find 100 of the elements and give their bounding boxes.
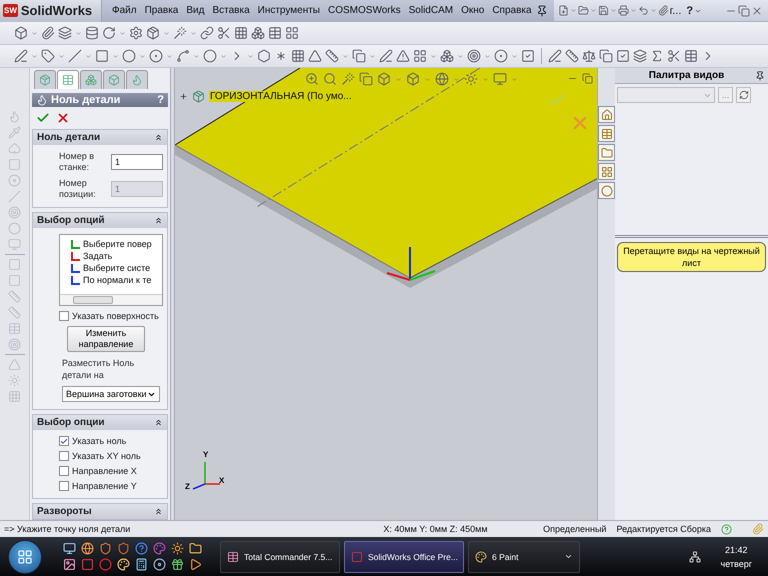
copy-icon[interactable] bbox=[599, 49, 613, 63]
copy-icon[interactable] bbox=[352, 49, 366, 63]
monitor-icon[interactable] bbox=[493, 72, 507, 86]
taskbar-button[interactable]: SolidWorks Office Pre... bbox=[344, 540, 464, 572]
quick-launch-button[interactable] bbox=[80, 542, 94, 556]
task-pane-tab[interactable] bbox=[598, 125, 615, 142]
menu-item[interactable]: Справка bbox=[488, 5, 536, 16]
section-header[interactable]: Развороты bbox=[33, 504, 167, 519]
gear-icon[interactable] bbox=[129, 26, 143, 40]
link-icon[interactable] bbox=[200, 26, 214, 40]
grid-icon[interactable] bbox=[234, 26, 248, 40]
quick-launch-button[interactable] bbox=[134, 558, 148, 572]
polygon-icon[interactable] bbox=[257, 49, 271, 63]
ok-icon[interactable] bbox=[36, 111, 50, 125]
line-icon[interactable] bbox=[68, 49, 82, 63]
copy-icon[interactable] bbox=[359, 72, 373, 86]
stack-icon[interactable] bbox=[85, 26, 99, 40]
checkbox[interactable] bbox=[59, 451, 69, 461]
paperclip-icon[interactable] bbox=[41, 26, 55, 40]
scissors-icon[interactable] bbox=[667, 49, 681, 63]
checkbox-icon[interactable] bbox=[616, 49, 630, 63]
paperclip-icon[interactable] bbox=[658, 5, 669, 16]
refresh-button[interactable] bbox=[736, 87, 751, 103]
sigma-icon[interactable] bbox=[650, 49, 664, 63]
table-icon[interactable] bbox=[684, 49, 698, 63]
section-header[interactable]: Ноль детали bbox=[33, 130, 167, 145]
array-icon[interactable] bbox=[413, 49, 427, 63]
scale-icon[interactable] bbox=[582, 49, 596, 63]
tree-item[interactable]: По нормали к те bbox=[83, 275, 152, 285]
quick-launch-button[interactable] bbox=[98, 542, 112, 556]
print-icon[interactable] bbox=[618, 5, 629, 16]
close-icon[interactable] bbox=[751, 4, 763, 16]
tree-item[interactable]: ГОРИЗОНТАЛЬНАЯ (По умо... bbox=[209, 91, 353, 102]
search-icon[interactable] bbox=[323, 72, 337, 86]
undo-icon[interactable] bbox=[638, 5, 649, 16]
quick-launch-button[interactable] bbox=[62, 558, 76, 572]
quick-launch-button[interactable] bbox=[62, 542, 76, 556]
cube-icon[interactable] bbox=[406, 72, 420, 86]
layers-icon[interactable] bbox=[633, 49, 647, 63]
globe-icon[interactable] bbox=[435, 72, 449, 86]
zoom-icon[interactable] bbox=[305, 72, 319, 86]
restore-icon[interactable] bbox=[738, 4, 750, 16]
help-icon[interactable] bbox=[721, 524, 732, 534]
menu-item[interactable]: SolidCAM bbox=[404, 5, 458, 16]
menu-item[interactable]: Файл bbox=[108, 5, 141, 16]
panel-tab[interactable] bbox=[57, 70, 79, 89]
taskbar-button[interactable]: 6 Paint bbox=[468, 540, 580, 572]
task-pane-tab[interactable] bbox=[598, 144, 615, 161]
paperclip-icon[interactable] bbox=[752, 523, 764, 535]
section-view-icon[interactable] bbox=[377, 72, 391, 86]
tag-icon[interactable] bbox=[41, 49, 55, 63]
target-icon[interactable] bbox=[494, 49, 508, 63]
tree-item[interactable]: Выберите повер bbox=[83, 239, 152, 249]
ruler-icon[interactable] bbox=[565, 49, 579, 63]
part-icon[interactable] bbox=[14, 26, 28, 40]
document-menu[interactable]: г... bbox=[670, 4, 682, 16]
number-field[interactable]: 1 bbox=[111, 154, 163, 170]
wand-icon[interactable] bbox=[173, 26, 187, 40]
tree-item[interactable]: Задать bbox=[83, 251, 112, 261]
ellipse-icon[interactable] bbox=[203, 49, 217, 63]
checkbox[interactable] bbox=[59, 481, 69, 491]
menu-item[interactable]: Правка bbox=[140, 5, 182, 16]
quick-launch-button[interactable] bbox=[152, 558, 166, 572]
layers-icon[interactable] bbox=[58, 26, 72, 40]
table-icon[interactable] bbox=[268, 26, 282, 40]
task-pane-tab[interactable] bbox=[598, 106, 615, 123]
circle-icon[interactable] bbox=[122, 49, 136, 63]
quick-launch-button[interactable] bbox=[188, 542, 202, 556]
menu-item[interactable]: COSMOSWorks bbox=[324, 5, 405, 16]
help-menu[interactable]: ? bbox=[686, 4, 694, 16]
layout-icon[interactable] bbox=[285, 26, 299, 40]
rotate-icon[interactable] bbox=[102, 26, 116, 40]
open-folder-icon[interactable] bbox=[578, 5, 589, 16]
task-pane-tab[interactable] bbox=[598, 182, 615, 199]
scrollbar[interactable] bbox=[60, 294, 162, 305]
menu-item[interactable]: Окно bbox=[457, 5, 488, 16]
expand-icon[interactable] bbox=[179, 92, 188, 101]
menu-item[interactable]: Инструменты bbox=[254, 5, 324, 16]
network-icon[interactable] bbox=[688, 550, 700, 562]
start-button[interactable] bbox=[8, 540, 42, 574]
restore-icon[interactable] bbox=[582, 73, 593, 84]
tree-item[interactable]: Выберите систе bbox=[83, 263, 150, 273]
taskbar-button[interactable]: Total Commander 7.5... bbox=[220, 540, 340, 572]
pin-icon[interactable] bbox=[755, 70, 765, 80]
menu-item[interactable]: Вставка bbox=[208, 5, 254, 16]
checkbox[interactable] bbox=[59, 436, 69, 446]
cancel-icon[interactable] bbox=[56, 111, 70, 125]
new-file-icon[interactable] bbox=[558, 5, 569, 16]
boxes-icon[interactable] bbox=[251, 26, 265, 40]
light-icon[interactable] bbox=[464, 72, 478, 86]
task-pane-tab[interactable] bbox=[598, 163, 615, 180]
checkbox[interactable] bbox=[59, 311, 69, 321]
rectangle-icon[interactable] bbox=[95, 49, 109, 63]
warning-icon[interactable] bbox=[396, 49, 410, 63]
section-header[interactable]: Выбор опций bbox=[33, 213, 167, 228]
dropdown-field[interactable] bbox=[617, 87, 715, 103]
package-icon[interactable] bbox=[146, 26, 160, 40]
sketch-icon[interactable] bbox=[14, 49, 28, 63]
pattern-icon[interactable] bbox=[291, 49, 305, 63]
dropdown-field[interactable]: Вершина заготовки bbox=[62, 386, 160, 402]
